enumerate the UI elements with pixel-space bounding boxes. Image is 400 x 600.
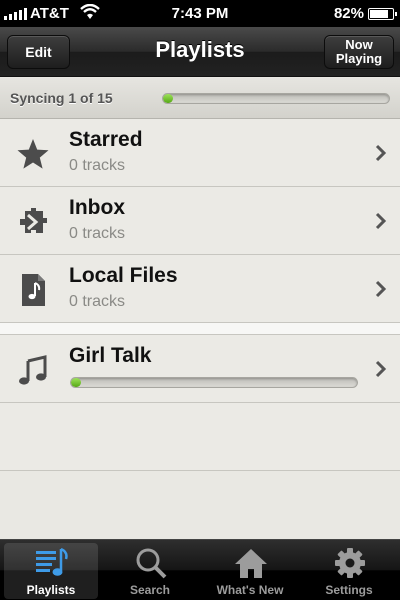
sync-progress-bar — [162, 93, 390, 104]
tab-label: Playlists — [26, 583, 76, 597]
playlist-track-count: 0 tracks — [69, 225, 126, 242]
playlist-track-count: 0 tracks — [69, 293, 126, 310]
playlist-row-inbox[interactable]: Inbox 0 tracks — [0, 187, 400, 255]
home-icon — [235, 549, 267, 578]
sync-status-bar: Syncing 1 of 15 — [0, 78, 400, 119]
tab-bar: Playlists Search What's New Settings — [0, 539, 400, 600]
file-music-icon — [22, 274, 45, 306]
playlist-title: Local Files — [69, 264, 178, 287]
section-divider — [0, 323, 400, 335]
battery-percent: 82% — [333, 5, 364, 22]
gear-icon — [335, 548, 365, 578]
playlist-track-count: 0 tracks — [69, 157, 126, 174]
playlist-sync-progress-fill — [71, 378, 81, 387]
chevron-right-icon — [375, 280, 387, 298]
nav-bar: Edit Playlists Now Playing — [0, 27, 400, 77]
tab-label: Settings — [325, 583, 373, 597]
playlist-row-starred[interactable]: Starred 0 tracks — [0, 119, 400, 187]
tab-label: Search — [129, 583, 171, 597]
chevron-right-icon — [375, 360, 387, 378]
playlist-list: Starred 0 tracks Inbox 0 tracks Local Fi… — [0, 119, 400, 471]
chevron-right-icon — [375, 144, 387, 162]
playlist-title: Inbox — [69, 196, 125, 219]
playlist-title: Girl Talk — [69, 344, 152, 367]
chevron-right-icon — [375, 212, 387, 230]
sync-status-text: Syncing 1 of 15 — [10, 90, 113, 106]
music-note-icon — [19, 355, 47, 385]
playlist-sync-progress-bar — [70, 377, 358, 388]
tab-settings[interactable]: Settings — [302, 543, 396, 599]
empty-row — [0, 403, 400, 471]
playlist-title: Starred — [69, 128, 143, 151]
star-icon — [17, 139, 49, 169]
search-icon — [136, 548, 167, 579]
battery-icon — [368, 8, 397, 20]
tab-playlists[interactable]: Playlists — [4, 543, 98, 599]
tab-label: What's New — [216, 583, 284, 597]
playlist-row-girl-talk[interactable]: Girl Talk — [0, 335, 400, 403]
sync-progress-fill — [163, 94, 173, 103]
status-bar: AT&T 7:43 PM 82% — [0, 0, 400, 27]
inbox-puzzle-icon — [20, 208, 47, 233]
tab-search[interactable]: Search — [103, 543, 197, 599]
playlist-icon — [36, 547, 68, 576]
playlist-row-local-files[interactable]: Local Files 0 tracks — [0, 255, 400, 323]
now-playing-button[interactable]: Now Playing — [324, 35, 394, 69]
tab-whats-new[interactable]: What's New — [203, 543, 297, 599]
